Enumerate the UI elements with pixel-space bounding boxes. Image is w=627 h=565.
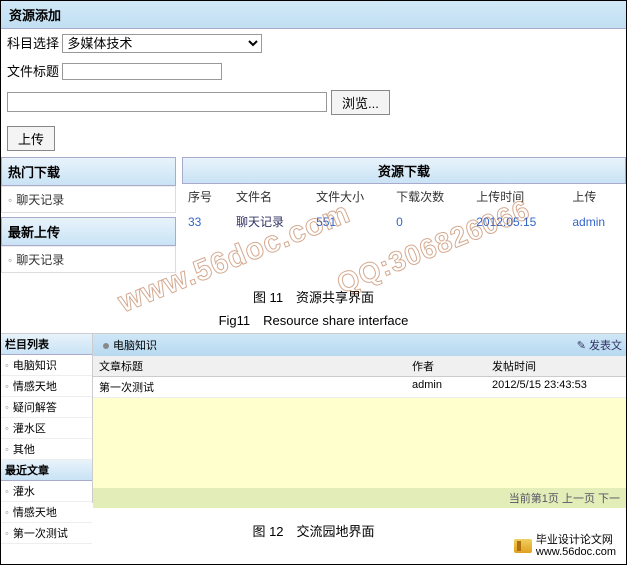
new-head: 最新上传 — [1, 217, 176, 246]
th-title: 文章标题 — [93, 356, 406, 376]
bullet-icon: ◦ — [5, 402, 9, 414]
file-title-label: 文件标题 — [7, 64, 59, 79]
new-panel: 最新上传 ◦聊天记录 — [1, 217, 176, 273]
recent-item[interactable]: ◦第一次测试 — [1, 523, 92, 544]
bullet-icon: ◦ — [5, 423, 9, 435]
th-up: 上传 — [566, 184, 626, 209]
forum-row[interactable]: 第一次测试 admin 2012/5/15 23:43:53 — [93, 377, 626, 398]
dot-icon — [103, 343, 109, 349]
content-head: 资源下载 — [182, 157, 626, 184]
bullet-icon: ◦ — [5, 486, 9, 498]
browse-button[interactable]: 浏览... — [331, 90, 390, 115]
cell-up: admin — [566, 209, 626, 234]
panel-title: 资源添加 — [1, 1, 626, 29]
row-time: 2012/5/15 23:43:53 — [486, 377, 626, 397]
cap-icon — [514, 539, 532, 553]
th-count: 下载次数 — [390, 184, 470, 209]
caption-11: 图 11 资源共享界面 — [1, 287, 626, 306]
th-name: 文件名 — [230, 184, 310, 209]
forum-tabbar: 电脑知识 ✎ 发表文 — [93, 334, 626, 356]
recent-item[interactable]: ◦情感天地 — [1, 502, 92, 523]
col-item[interactable]: ◦疑问解答 — [1, 397, 92, 418]
forum-pagination[interactable]: 当前第1页 上一页 下一 — [93, 488, 626, 508]
col-item[interactable]: ◦灌水区 — [1, 418, 92, 439]
subject-row: 科目选择 多媒体技术 — [1, 29, 626, 57]
hot-item[interactable]: ◦聊天记录 — [2, 186, 175, 212]
bullet-icon: ◦ — [5, 444, 9, 456]
table-row[interactable]: 33 聊天记录 551 0 2012.05.15 admin — [182, 209, 626, 234]
bullet-icon: ◦ — [5, 507, 9, 519]
file-title-input[interactable] — [62, 63, 222, 80]
col-item[interactable]: ◦电脑知识 — [1, 355, 92, 376]
upload-button[interactable]: 上传 — [7, 126, 55, 151]
th-time: 发帖时间 — [486, 356, 626, 376]
bullet-icon: ◦ — [8, 253, 12, 267]
file-path-input[interactable] — [7, 92, 327, 112]
hot-head: 热门下载 — [1, 157, 176, 186]
bullet-icon: ◦ — [5, 360, 9, 372]
cell-no: 33 — [182, 209, 230, 234]
brand-line2: www.56doc.com — [536, 546, 616, 558]
file-title-row: 文件标题 — [1, 57, 626, 84]
forum-panel: 栏目列表 ◦电脑知识 ◦情感天地 ◦疑问解答 ◦灌水区 ◦其他 最近文章 ◦灌水… — [1, 333, 626, 503]
table-header-row: 序号 文件名 文件大小 下载次数 上传时间 上传 — [182, 184, 626, 209]
sidebar: 热门下载 ◦聊天记录 最新上传 ◦聊天记录 — [1, 157, 176, 277]
subject-label: 科目选择 — [7, 36, 59, 51]
hot-panel: 热门下载 ◦聊天记录 — [1, 157, 176, 213]
subject-select[interactable]: 多媒体技术 — [62, 34, 262, 53]
bullet-icon: ◦ — [8, 193, 12, 207]
caption-11-en: Fig11 Resource share interface — [1, 310, 626, 329]
bullet-icon: ◦ — [5, 381, 9, 393]
recent-head: 最近文章 — [1, 460, 92, 481]
forum-main: 电脑知识 ✎ 发表文 文章标题 作者 发帖时间 第一次测试 admin 2012… — [93, 334, 626, 503]
forum-sidebar: 栏目列表 ◦电脑知识 ◦情感天地 ◦疑问解答 ◦灌水区 ◦其他 最近文章 ◦灌水… — [1, 334, 93, 503]
bullet-icon: ◦ — [5, 528, 9, 540]
brand-line1: 毕业设计论文网 — [536, 534, 616, 546]
row-author: admin — [406, 377, 486, 397]
recent-item[interactable]: ◦灌水 — [1, 481, 92, 502]
forum-header-row: 文章标题 作者 发帖时间 — [93, 356, 626, 377]
forum-empty-area — [93, 398, 626, 488]
footer-brand: 毕业设计论文网 www.56doc.com — [514, 534, 616, 558]
col-item[interactable]: ◦其他 — [1, 439, 92, 460]
forum-tab[interactable]: 电脑知识 — [97, 336, 163, 354]
th-no: 序号 — [182, 184, 230, 209]
download-table: 序号 文件名 文件大小 下载次数 上传时间 上传 33 聊天记录 551 0 2… — [182, 184, 626, 234]
row-title: 第一次测试 — [93, 377, 406, 397]
new-item[interactable]: ◦聊天记录 — [2, 246, 175, 272]
col-item[interactable]: ◦情感天地 — [1, 376, 92, 397]
th-author: 作者 — [406, 356, 486, 376]
columns-head: 栏目列表 — [1, 334, 92, 355]
post-link[interactable]: ✎ 发表文 — [577, 337, 622, 353]
